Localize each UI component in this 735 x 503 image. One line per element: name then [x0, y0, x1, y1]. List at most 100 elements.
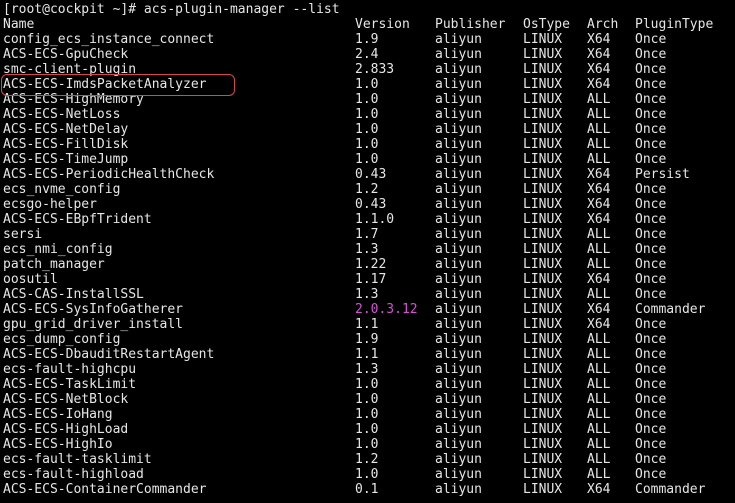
- plugin-publisher: aliyun: [435, 332, 482, 347]
- plugin-name: ecs-fault-highload: [3, 467, 144, 482]
- plugin-publisher: aliyun: [435, 272, 482, 287]
- plugin-type: Once: [635, 422, 667, 437]
- plugin-publisher: aliyun: [435, 482, 482, 497]
- table-row: ecs_nmi_config 1.3 aliyun LINUX ALL Once: [0, 242, 735, 257]
- plugin-ostype: LINUX: [523, 137, 563, 152]
- plugin-ostype: LINUX: [523, 392, 563, 407]
- plugin-name: ACS-ECS-PeriodicHealthCheck: [3, 167, 215, 182]
- table-row: ecs-fault-tasklimit 1.2 aliyun LINUX ALL Once: [0, 452, 735, 467]
- table-row: ecs_nvme_config 1.2 aliyun LINUX X64 Once: [0, 182, 735, 197]
- command-text: [root@cockpit ~]# acs-plugin-manager --l…: [3, 2, 340, 17]
- plugin-arch: ALL: [587, 407, 611, 422]
- plugin-name: ACS-ECS-NetLoss: [3, 107, 121, 122]
- plugin-publisher: aliyun: [435, 62, 482, 77]
- plugin-version: 1.1: [355, 347, 379, 362]
- plugin-version: 1.0: [355, 422, 379, 437]
- plugin-arch: ALL: [587, 437, 611, 452]
- plugin-name: ecs_dump_config: [3, 332, 121, 347]
- plugin-type: Once: [635, 212, 667, 227]
- header-plugintype: PluginType: [635, 17, 714, 32]
- plugin-ostype: LINUX: [523, 272, 563, 287]
- plugin-ostype: LINUX: [523, 47, 563, 62]
- plugin-arch: X64: [587, 482, 611, 497]
- table-row: ACS-ECS-GpuCheck 2.4 aliyun LINUX X64 Once: [0, 47, 735, 62]
- plugin-type: Once: [635, 257, 667, 272]
- plugin-publisher: aliyun: [435, 302, 482, 317]
- plugin-publisher: aliyun: [435, 407, 482, 422]
- table-row: ACS-ECS-HighIo 1.0 aliyun LINUX ALL Once: [0, 437, 735, 452]
- plugin-type: Once: [635, 467, 667, 482]
- plugin-name: ACS-ECS-ImdsPacketAnalyzer: [3, 77, 207, 92]
- plugin-name: ecs_nmi_config: [3, 242, 113, 257]
- plugin-version: 0.1: [355, 482, 379, 497]
- header-arch: Arch: [587, 17, 619, 32]
- table-row: ACS-ECS-PeriodicHealthCheck 0.43 aliyun LIN…: [0, 167, 735, 182]
- plugin-type: Commander: [635, 302, 706, 317]
- plugin-arch: ALL: [587, 422, 611, 437]
- plugin-name: smc-client-plugin: [3, 62, 137, 77]
- plugin-arch: X64: [587, 32, 611, 47]
- plugin-ostype: LINUX: [523, 347, 563, 362]
- plugin-version: 1.0: [355, 122, 379, 137]
- table-row: ACS-ECS-FillDisk 1.0 aliyun LINUX ALL Once: [0, 137, 735, 152]
- table-row: ACS-ECS-ContainerCommander 0.1 aliyun LINUX…: [0, 482, 735, 497]
- plugin-ostype: LINUX: [523, 437, 563, 452]
- plugin-type: Once: [635, 152, 667, 167]
- plugin-version: 1.7: [355, 227, 379, 242]
- table-row: patch_manager 1.22 aliyun LINUX ALL Once: [0, 257, 735, 272]
- plugin-publisher: aliyun: [435, 227, 482, 242]
- plugin-type: Once: [635, 347, 667, 362]
- plugin-version: 1.2: [355, 452, 379, 467]
- plugin-version: 1.17: [355, 272, 387, 287]
- plugin-arch: X64: [587, 182, 611, 197]
- table-header: Name Version Publisher OsType Arch Plugi…: [0, 17, 735, 32]
- table-row: ACS-CAS-InstallSSL 1.3 aliyun LINUX ALL Once: [0, 287, 735, 302]
- plugin-publisher: aliyun: [435, 107, 482, 122]
- plugin-publisher: aliyun: [435, 287, 482, 302]
- table-row: ecsgo-helper 0.43 aliyun LINUX X64 Once: [0, 197, 735, 212]
- plugin-type: Once: [635, 392, 667, 407]
- plugin-ostype: LINUX: [523, 197, 563, 212]
- table-row: smc-client-plugin 2.833 aliyun LINUX X64 Once: [0, 62, 735, 77]
- plugin-type: Once: [635, 122, 667, 137]
- plugin-ostype: LINUX: [523, 317, 563, 332]
- plugin-ostype: LINUX: [523, 227, 563, 242]
- plugin-type: Once: [635, 332, 667, 347]
- plugin-name: sersi: [3, 227, 43, 242]
- plugin-name: ACS-ECS-TaskLimit: [3, 377, 137, 392]
- plugin-version: 1.0: [355, 92, 379, 107]
- plugin-type: Once: [635, 107, 667, 122]
- plugin-type: Once: [635, 452, 667, 467]
- plugin-version: 1.0: [355, 152, 379, 167]
- plugin-publisher: aliyun: [435, 182, 482, 197]
- plugin-arch: ALL: [587, 257, 611, 272]
- plugin-name: ecs-fault-tasklimit: [3, 452, 152, 467]
- plugin-type: Once: [635, 407, 667, 422]
- plugin-version: 1.0: [355, 407, 379, 422]
- plugin-name: ACS-ECS-ContainerCommander: [3, 482, 207, 497]
- plugin-arch: X64: [587, 197, 611, 212]
- header-version: Version: [355, 17, 410, 32]
- plugin-ostype: LINUX: [523, 212, 563, 227]
- plugin-ostype: LINUX: [523, 257, 563, 272]
- plugin-name: ecsgo-helper: [3, 197, 97, 212]
- plugin-type: Once: [635, 317, 667, 332]
- plugin-publisher: aliyun: [435, 122, 482, 137]
- terminal-window[interactable]: [root@cockpit ~]# acs-plugin-manager --l…: [0, 0, 735, 503]
- plugin-arch: X64: [587, 317, 611, 332]
- plugin-arch: ALL: [587, 242, 611, 257]
- plugin-name: ecs_nvme_config: [3, 182, 121, 197]
- plugin-name: ACS-ECS-IoHang: [3, 407, 113, 422]
- table-row: ACS-ECS-NetLoss 1.0 aliyun LINUX ALL Once: [0, 107, 735, 122]
- table-row: ACS-ECS-HighMemory 1.0 aliyun LINUX ALL Once: [0, 92, 735, 107]
- plugin-arch: ALL: [587, 467, 611, 482]
- plugin-version: 1.0: [355, 392, 379, 407]
- plugin-publisher: aliyun: [435, 197, 482, 212]
- plugin-ostype: LINUX: [523, 152, 563, 167]
- plugin-arch: X64: [587, 62, 611, 77]
- plugin-type: Once: [635, 77, 667, 92]
- plugin-arch: ALL: [587, 362, 611, 377]
- plugin-arch: X64: [587, 302, 611, 317]
- plugin-publisher: aliyun: [435, 392, 482, 407]
- plugin-name: ACS-ECS-FillDisk: [3, 137, 129, 152]
